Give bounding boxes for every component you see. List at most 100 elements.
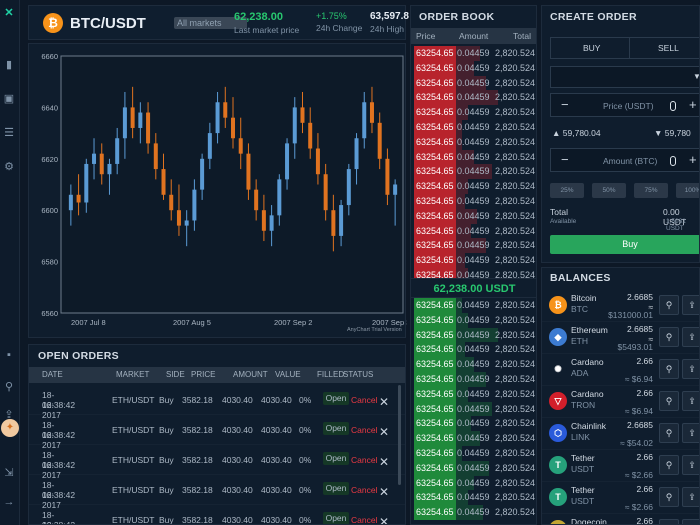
price-increment-button[interactable]: + — [689, 97, 697, 112]
close-icon[interactable]: ✕ — [379, 425, 389, 439]
location-pin-icon[interactable]: ⚲ — [2, 380, 16, 394]
list-item[interactable]: ◆ Ethereum ETH 2.6685 ≈ $5493.01 ⚲ ⇪ — [542, 322, 699, 354]
book-total: 2,820.524 — [495, 225, 536, 236]
ask-row[interactable]: 63254.650.04459 2,820.524 — [411, 75, 536, 91]
table-row[interactable]: 18-06-201712:38:42ETH/USDTBuy3582.184030… — [29, 505, 405, 524]
withdraw-button[interactable]: ⇪ — [682, 455, 699, 475]
ask-row[interactable]: 63254.650.04459 2,820.524 — [411, 105, 536, 120]
ask-row[interactable]: 63254.650.04459 2,820.524 — [411, 208, 536, 224]
ask-row[interactable]: 63254.650.04459 2,820.524 — [411, 90, 536, 106]
pct-75-button[interactable]: 75% — [634, 183, 668, 198]
bid-row[interactable]: 63254.65 0.04459 2,820.524 — [411, 460, 536, 476]
amount-increment-button[interactable]: + — [689, 152, 697, 167]
price-field[interactable]: − Price (USDT) + — [550, 93, 699, 117]
withdraw-button[interactable]: ⇪ — [682, 519, 699, 524]
bid-row[interactable]: 63254.65 0.04459 2,820.524 — [411, 298, 536, 313]
candle-body — [308, 122, 313, 149]
table-row[interactable]: 18-06-201712:38:42ETH/USDTBuy3582.184030… — [29, 475, 405, 510]
order-type-select[interactable]: ▼ — [550, 66, 699, 88]
buy-button[interactable]: Buy — [550, 235, 699, 254]
list-item[interactable]: Ð Dogecoin 2.66 ⚲⇪ — [542, 514, 699, 524]
price-decrement-button[interactable]: − — [561, 97, 569, 112]
pct-100-button[interactable]: 100% — [676, 183, 699, 198]
bid-row[interactable]: 63254.65 0.04459 2,820.524 — [411, 401, 536, 417]
ask-row[interactable]: 63254.650.04459 2,820.524 — [411, 223, 536, 239]
bid-row[interactable]: 63254.65 0.04459 2,820.524 — [411, 416, 536, 432]
wallet-icon[interactable]: ▣ — [2, 92, 16, 106]
table-row[interactable]: 18-06-201712:38:42ETH/USDTBuy3582.184030… — [29, 415, 405, 450]
deposit-button[interactable]: ⚲ — [659, 359, 679, 379]
cancel-button[interactable]: Cancel — [351, 485, 377, 495]
bid-row[interactable]: 63254.65 0.04459 2,820.524 — [411, 475, 536, 491]
withdraw-button[interactable]: ⇪ — [682, 327, 699, 347]
tab-buy[interactable]: BUY — [583, 43, 600, 53]
bid-row[interactable]: 63254.65 0.04459 2,820.524 — [411, 431, 536, 446]
withdraw-button[interactable]: ⇪ — [682, 423, 699, 443]
ask-row[interactable]: 63254.650.04459 2,820.524 — [411, 253, 536, 268]
bid-row[interactable]: 63254.65 0.04459 2,820.524 — [411, 327, 536, 343]
amount-decrement-button[interactable]: − — [561, 152, 569, 167]
amount-slider-knob[interactable] — [670, 156, 676, 166]
metamask-fox-icon[interactable]: ✦ — [1, 419, 19, 437]
cancel-button[interactable]: Cancel — [351, 425, 377, 435]
tab-sell[interactable]: SELL — [658, 43, 679, 53]
deposit-button[interactable]: ⚲ — [659, 455, 679, 475]
table-row[interactable]: 18-06-201712:38:42ETH/USDTBuy3582.184030… — [29, 385, 405, 420]
list-item[interactable]: ▽ Cardano TRON 2.66 ≈ $6.94 ⚲ ⇪ — [542, 386, 699, 418]
bid-row[interactable]: 63254.65 0.04459 2,820.524 — [411, 446, 536, 461]
list-item[interactable]: ✺ Cardano ADA 2.66 ≈ $6.94 ⚲ ⇪ — [542, 354, 699, 386]
orders-scrollbar[interactable] — [398, 385, 401, 485]
amount-field[interactable]: − Amount (BTC) + — [550, 148, 699, 172]
close-icon[interactable]: ✕ — [379, 485, 389, 499]
pct-25-button[interactable]: 25% — [550, 183, 584, 198]
exit-icon[interactable]: ⇲ — [2, 466, 16, 480]
app-logo-icon[interactable]: ✕ — [2, 6, 16, 20]
bid-row[interactable]: 63254.65 0.04459 2,820.524 — [411, 357, 536, 372]
list-item[interactable]: ₿ Bitcoin BTC 2.6685 ≈ $131000.01 ⚲ ⇪ — [542, 290, 699, 322]
close-icon[interactable]: ✕ — [379, 515, 389, 524]
withdraw-button[interactable]: ⇪ — [682, 391, 699, 411]
list-item[interactable]: T Tether USDT 2.66 ≈ $2.66 ⚲ ⇪ — [542, 482, 699, 514]
ask-row[interactable]: 63254.650.04459 2,820.524 — [411, 164, 536, 180]
ask-row[interactable]: 63254.650.04459 2,820.524 — [411, 179, 536, 194]
deposit-button[interactable]: ⚲ — [659, 423, 679, 443]
gear-icon[interactable]: ⚙ — [2, 160, 16, 174]
list-item[interactable]: ⬡ Chainlink LINK 2.6685 ≈ $54.02 ⚲ ⇪ — [542, 418, 699, 450]
ask-row[interactable]: 63254.650.04459 2,820.524 — [411, 46, 536, 61]
cancel-button[interactable]: Cancel — [351, 455, 377, 465]
deposit-button[interactable]: ⚲ — [659, 327, 679, 347]
withdraw-button[interactable]: ⇪ — [682, 487, 699, 507]
ask-row[interactable]: 63254.650.04459 2,820.524 — [411, 238, 536, 254]
withdraw-button[interactable]: ⇪ — [682, 359, 699, 379]
withdraw-button[interactable]: ⇪ — [682, 295, 699, 315]
list-item[interactable]: T Tether USDT 2.66 ≈ $2.66 ⚲ ⇪ — [542, 450, 699, 482]
ask-row[interactable]: 63254.650.04459 2,820.524 — [411, 134, 536, 150]
bid-row[interactable]: 63254.65 0.04459 2,820.524 — [411, 490, 536, 506]
deposit-button[interactable]: ⚲ — [659, 391, 679, 411]
price-slider-knob[interactable] — [670, 101, 676, 111]
briefcase-icon[interactable]: ▪ — [2, 348, 16, 362]
list-icon[interactable]: ☰ — [2, 126, 16, 140]
bid-row[interactable]: 63254.65 0.04459 2,820.524 — [411, 312, 536, 328]
close-icon[interactable]: ✕ — [379, 455, 389, 469]
ask-row[interactable]: 63254.650.04459 2,820.524 — [411, 60, 536, 76]
ask-row[interactable]: 63254.650.04459 2,820.524 — [411, 149, 536, 165]
bid-row[interactable]: 63254.65 0.04459 2,820.524 — [411, 342, 536, 358]
bid-row[interactable]: 63254.65 0.04459 2,820.524 — [411, 505, 536, 520]
ask-row[interactable]: 63254.650.04459 2,820.524 — [411, 120, 536, 135]
deposit-button[interactable]: ⚲ — [659, 487, 679, 507]
chart-bars-icon[interactable]: ▮ — [2, 58, 16, 72]
bid-row[interactable]: 63254.65 0.04459 2,820.524 — [411, 372, 536, 387]
arrow-right-icon[interactable]: → — [2, 495, 16, 509]
ask-row[interactable]: 63254.650.04459 2,820.524 — [411, 194, 536, 209]
table-row[interactable]: 18-06-201712:38:42ETH/USDTBuy3582.184030… — [29, 445, 405, 480]
cancel-button[interactable]: Cancel — [351, 515, 377, 524]
deposit-button[interactable]: ⚲ — [659, 519, 679, 524]
last-price-label: Last market price — [234, 25, 300, 35]
pct-50-button[interactable]: 50% — [592, 183, 626, 198]
cancel-button[interactable]: Cancel — [351, 395, 377, 405]
close-icon[interactable]: ✕ — [379, 395, 389, 409]
bid-row[interactable]: 63254.65 0.04459 2,820.524 — [411, 386, 536, 402]
price-chart[interactable]: 6660 6640 6620 6600 6580 6560 2007 Jul 8 2007 A… — [28, 43, 407, 338]
deposit-button[interactable]: ⚲ — [659, 295, 679, 315]
